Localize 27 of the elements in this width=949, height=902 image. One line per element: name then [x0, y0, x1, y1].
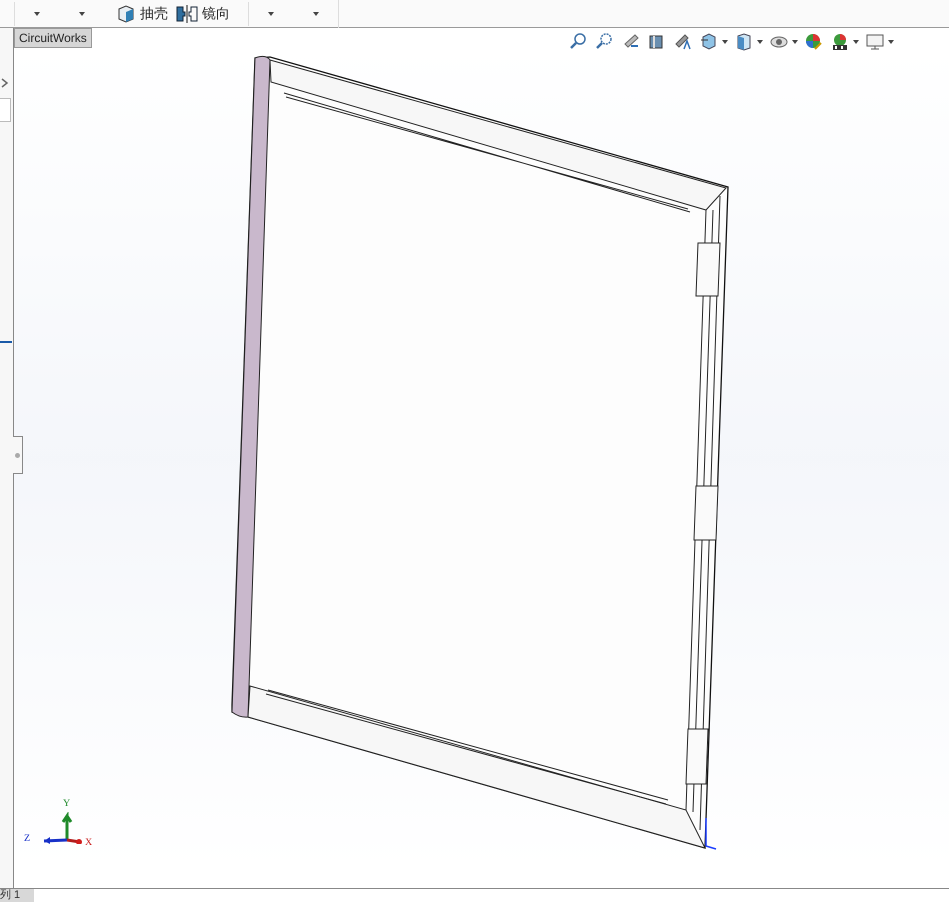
caret-icon	[853, 40, 859, 44]
mirror-icon	[176, 4, 198, 22]
y-axis-label: Y	[63, 799, 70, 809]
z-axis-label: Z	[24, 834, 30, 844]
caret-icon	[888, 40, 894, 44]
caret-icon	[792, 40, 798, 44]
mirror-button[interactable]: 镜向	[170, 2, 236, 26]
sheet-tab[interactable]: 列 1	[0, 889, 34, 902]
caret-icon	[78, 12, 84, 16]
caret-icon	[757, 40, 763, 44]
x-axis-label: X	[85, 838, 92, 848]
cube-icon	[116, 4, 136, 24]
caret-icon	[268, 12, 274, 16]
view-menu-button[interactable]	[865, 32, 894, 52]
tab[interactable]: CircuitWorks	[14, 28, 92, 48]
chevron-right-icon[interactable]	[1, 78, 9, 88]
caret-icon	[312, 12, 318, 16]
scene-icon	[830, 32, 850, 52]
panel-field[interactable]	[0, 98, 11, 122]
view-menu-button[interactable]	[699, 32, 728, 52]
edit-appearance-icon	[804, 32, 824, 52]
caret-icon	[722, 40, 728, 44]
panel-tab-handle[interactable]	[13, 436, 23, 474]
monitor-icon	[865, 32, 885, 52]
caret-icon	[34, 12, 40, 16]
view-menu-button[interactable]	[830, 32, 859, 52]
shell-button[interactable]: 抽壳	[114, 2, 170, 26]
